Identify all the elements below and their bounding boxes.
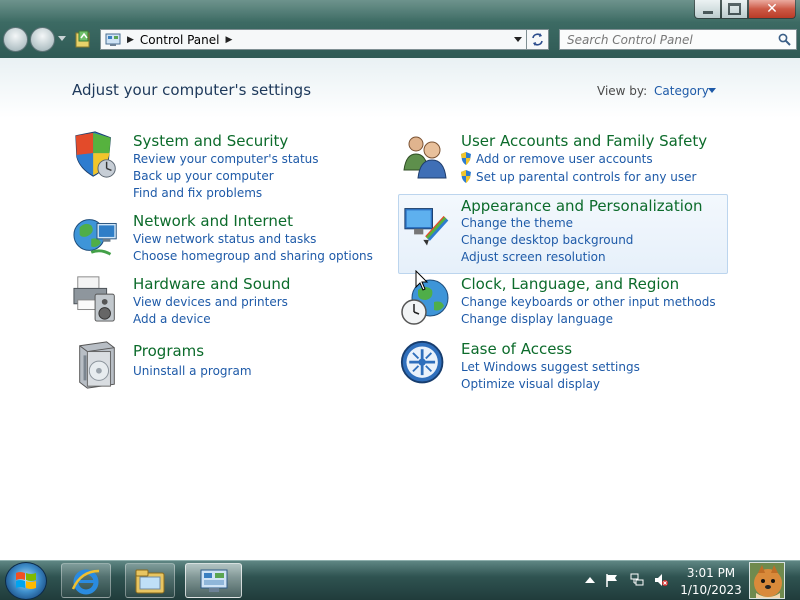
category-link[interactable]: Adjust screen resolution bbox=[461, 250, 606, 264]
category-title[interactable]: Appearance and Personalization bbox=[461, 197, 703, 215]
taskbar-internet-explorer[interactable] bbox=[61, 563, 111, 598]
address-dropdown-icon[interactable] bbox=[514, 37, 522, 42]
control-panel-icon bbox=[105, 33, 121, 46]
category-title[interactable]: Clock, Language, and Region bbox=[461, 275, 679, 293]
category-link[interactable]: Review your computer's status bbox=[133, 152, 319, 166]
category-link[interactable]: View devices and printers bbox=[133, 295, 288, 309]
action-center-flag-icon[interactable] bbox=[605, 573, 619, 587]
taskbar-control-panel[interactable] bbox=[185, 563, 242, 598]
category-network-and-internet: Network and Internet View network status… bbox=[72, 210, 373, 263]
category-link[interactable]: Choose homegroup and sharing options bbox=[133, 249, 373, 263]
network-globe-icon[interactable] bbox=[72, 210, 122, 260]
volume-muted-icon[interactable] bbox=[654, 573, 668, 587]
category-link[interactable]: Change desktop background bbox=[461, 233, 633, 247]
category-clock-language-region: Clock, Language, and Region Change keybo… bbox=[400, 275, 716, 332]
uac-shield-icon bbox=[461, 170, 471, 183]
search-box[interactable] bbox=[559, 29, 797, 50]
control-panel-folder-icon[interactable] bbox=[75, 30, 91, 48]
windows-logo-icon bbox=[16, 572, 36, 589]
category-link[interactable]: View network status and tasks bbox=[133, 232, 316, 246]
category-title[interactable]: Programs bbox=[133, 342, 204, 360]
system-security-shield-icon[interactable] bbox=[72, 130, 122, 180]
maximize-button[interactable] bbox=[721, 0, 748, 19]
category-link[interactable]: Set up parental controls for any user bbox=[460, 170, 696, 184]
category-hardware-and-sound: Hardware and Sound View devices and prin… bbox=[72, 273, 352, 329]
taskbar-windows-explorer[interactable] bbox=[125, 563, 175, 598]
breadcrumb-separator-icon[interactable]: ▶ bbox=[127, 35, 134, 45]
category-title[interactable]: User Accounts and Family Safety bbox=[461, 132, 707, 150]
category-title[interactable]: Ease of Access bbox=[461, 340, 572, 358]
category-title[interactable]: System and Security bbox=[133, 132, 288, 150]
clock-time[interactable]: 3:01 PM bbox=[672, 566, 750, 580]
category-link[interactable]: Back up your computer bbox=[133, 169, 274, 183]
forward-button[interactable] bbox=[30, 27, 55, 52]
window-titlebar: ✕ ▶ Control Panel ▶ bbox=[0, 0, 800, 58]
category-link[interactable]: Let Windows suggest settings bbox=[461, 360, 640, 374]
recent-pages-dropdown[interactable] bbox=[58, 36, 66, 41]
link-text[interactable]: Set up parental controls for any user bbox=[476, 170, 696, 184]
mouse-cursor-icon bbox=[415, 270, 429, 291]
printer-speaker-icon[interactable] bbox=[72, 273, 122, 323]
uac-shield-icon bbox=[461, 152, 471, 165]
appearance-monitor-icon[interactable] bbox=[403, 203, 451, 251]
category-link[interactable]: Add a device bbox=[133, 312, 211, 326]
network-icon[interactable] bbox=[630, 573, 644, 587]
taskbar: 3:01 PM 1/10/2023 bbox=[0, 560, 800, 600]
breadcrumb-control-panel[interactable]: Control Panel bbox=[140, 33, 220, 47]
category-title[interactable]: Network and Internet bbox=[133, 212, 293, 230]
refresh-button[interactable] bbox=[527, 29, 549, 50]
windows-explorer-icon bbox=[135, 569, 165, 593]
link-text[interactable]: Add or remove user accounts bbox=[476, 152, 653, 166]
category-title[interactable]: Hardware and Sound bbox=[133, 275, 290, 293]
category-user-accounts: User Accounts and Family Safety Add or r… bbox=[400, 130, 707, 186]
programs-box-icon[interactable] bbox=[72, 340, 122, 390]
ease-of-access-icon[interactable] bbox=[400, 340, 448, 388]
control-panel-content: Adjust your computer's settings View by:… bbox=[0, 58, 800, 560]
minimize-icon bbox=[702, 10, 713, 14]
address-bar[interactable]: ▶ Control Panel ▶ bbox=[100, 29, 527, 50]
category-appearance-and-personalization[interactable]: Appearance and Personalization Change th… bbox=[398, 194, 728, 274]
back-button[interactable] bbox=[3, 27, 28, 52]
start-button[interactable] bbox=[5, 562, 47, 600]
close-icon: ✕ bbox=[766, 1, 778, 17]
search-icon[interactable] bbox=[778, 33, 791, 46]
category-link[interactable]: Optimize visual display bbox=[461, 377, 600, 391]
control-panel-icon bbox=[200, 569, 227, 592]
category-system-and-security: System and Security Review your computer… bbox=[72, 130, 352, 200]
pomeranian-dog-avatar-icon bbox=[750, 563, 784, 598]
category-programs: Programs Uninstall a program bbox=[72, 340, 352, 390]
category-link[interactable]: Change the theme bbox=[461, 216, 573, 230]
category-link[interactable]: Change keyboards or other input methods bbox=[461, 295, 716, 309]
category-link[interactable]: Find and fix problems bbox=[133, 186, 262, 200]
category-ease-of-access: Ease of Access Let Windows suggest setti… bbox=[400, 340, 700, 392]
breadcrumb-chevron-icon[interactable]: ▶ bbox=[226, 35, 233, 45]
internet-explorer-icon bbox=[71, 569, 100, 594]
maximize-icon bbox=[728, 3, 741, 15]
page-title: Adjust your computer's settings bbox=[72, 81, 312, 99]
category-link[interactable]: Add or remove user accounts bbox=[460, 152, 653, 166]
view-by-dropdown-arrow-icon[interactable] bbox=[708, 88, 716, 93]
view-by-label: View by: bbox=[597, 84, 648, 98]
minimize-button[interactable] bbox=[694, 0, 721, 19]
view-by-dropdown[interactable]: Category bbox=[654, 84, 709, 98]
user-avatar[interactable] bbox=[749, 562, 785, 599]
clock-date[interactable]: 1/10/2023 bbox=[672, 583, 750, 597]
users-icon[interactable] bbox=[400, 130, 452, 182]
refresh-icon bbox=[532, 33, 543, 46]
category-link[interactable]: Change display language bbox=[461, 312, 613, 326]
close-button[interactable]: ✕ bbox=[748, 0, 796, 19]
search-input[interactable] bbox=[565, 31, 779, 48]
category-link[interactable]: Uninstall a program bbox=[133, 364, 252, 378]
show-hidden-icons-button[interactable] bbox=[585, 577, 595, 583]
